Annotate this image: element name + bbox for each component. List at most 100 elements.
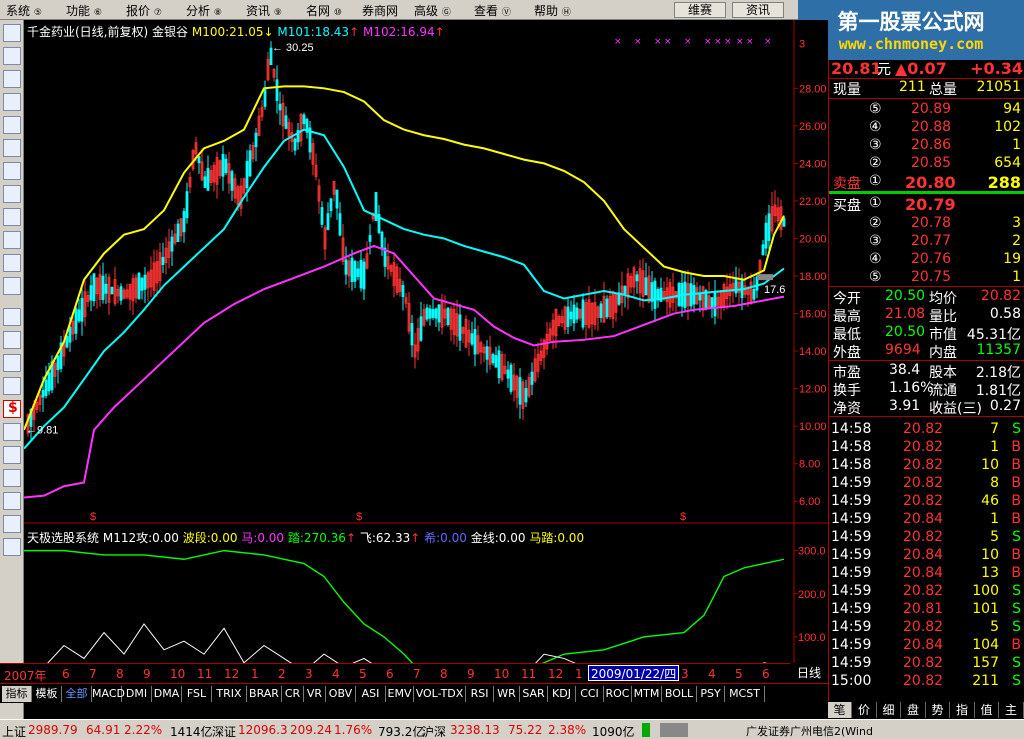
move-icon[interactable] xyxy=(3,492,21,510)
tab-rsi[interactable]: RSI xyxy=(466,686,494,702)
bid-volume: 1 xyxy=(1012,269,1021,285)
tab-mtm[interactable]: MTM xyxy=(632,686,662,702)
candle-body xyxy=(761,244,765,256)
tab-模板[interactable]: 模板 xyxy=(32,686,62,702)
tab-dmi[interactable]: DMI xyxy=(122,686,152,702)
side-tab-2[interactable]: 细 xyxy=(877,702,901,718)
line-chart-icon[interactable] xyxy=(3,70,21,88)
magnet-icon[interactable] xyxy=(3,446,21,464)
tab-sar[interactable]: SAR xyxy=(520,686,548,702)
menu-system[interactable]: 系统 ⑤ xyxy=(6,2,42,19)
candle-body xyxy=(635,274,639,282)
side-tab-3[interactable]: 盘 xyxy=(902,702,926,718)
ask1-volume: 288 xyxy=(987,173,1021,192)
fund-value: 1.16% xyxy=(889,380,934,396)
menu-help[interactable]: 帮助 Ⓗ xyxy=(534,2,571,19)
table-icon[interactable] xyxy=(3,47,21,65)
tab-trix[interactable]: TRIX xyxy=(212,686,247,702)
tab-cr[interactable]: CR xyxy=(282,686,304,702)
tab-brar[interactable]: BRAR xyxy=(247,686,282,702)
menu-analysis[interactable]: 分析 ⑧ xyxy=(186,2,222,19)
candlestick-icon[interactable] xyxy=(3,93,21,111)
dollar-icon[interactable] xyxy=(3,400,21,418)
weisai-button[interactable]: 维赛 xyxy=(674,2,726,18)
candle-body xyxy=(470,333,474,345)
fund-icon[interactable] xyxy=(3,231,21,249)
etf-icon[interactable] xyxy=(3,277,21,295)
mata-label: 马踏:0.00 xyxy=(529,531,585,545)
tab-dma[interactable]: DMA xyxy=(152,686,182,702)
tab-obv[interactable]: OBV xyxy=(326,686,356,702)
candle-body xyxy=(362,261,366,290)
bars-icon[interactable] xyxy=(3,354,21,372)
time-axis-month: 1 xyxy=(575,667,583,681)
tab-全部[interactable]: 全部 xyxy=(62,686,92,702)
menu-broker[interactable]: 券商网 xyxy=(362,2,398,19)
menu-quote[interactable]: 报价 ⑦ xyxy=(126,2,162,19)
ask-volume: 654 xyxy=(994,155,1021,171)
calculator-icon[interactable] xyxy=(3,377,21,395)
search-icon[interactable] xyxy=(3,254,21,272)
wave-icon[interactable] xyxy=(3,308,21,326)
side-tab-5[interactable]: 指 xyxy=(951,702,975,718)
tab-macd[interactable]: MACD xyxy=(92,686,125,702)
chart-area[interactable]: 28.00 26.00 24.00 22.00 20.00 18.00 16.00 14.00… xyxy=(24,20,828,683)
document-icon[interactable] xyxy=(3,162,21,180)
tab-fsl[interactable]: FSL xyxy=(182,686,212,702)
tab-vol-tdx[interactable]: VOL-TDX xyxy=(414,686,466,702)
candle-body xyxy=(353,260,357,282)
tab-wr[interactable]: WR xyxy=(494,686,520,702)
side-tab-6[interactable]: 值 xyxy=(975,702,999,718)
menu-function[interactable]: 功能 ⑥ xyxy=(66,2,102,19)
tab-psy[interactable]: PSY xyxy=(697,686,725,702)
hs-index-pct: 2.38% xyxy=(548,723,587,737)
side-tab-7[interactable]: 主 xyxy=(1000,702,1024,718)
list-icon[interactable] xyxy=(3,24,21,42)
menu-mingwang[interactable]: 名网 ⑩ xyxy=(306,2,342,19)
tick-price: 20.84 xyxy=(903,547,944,563)
users-icon[interactable] xyxy=(3,208,21,226)
candle-body xyxy=(581,299,585,328)
bid1-level: ① xyxy=(869,195,882,211)
indicator-name: 金银谷 xyxy=(152,25,189,39)
candle-body xyxy=(284,115,288,129)
fund-label: 净资 xyxy=(833,401,861,417)
candle-body xyxy=(203,176,207,188)
window-icon[interactable] xyxy=(3,116,21,134)
news-button[interactable]: 资讯 xyxy=(732,2,784,18)
stock-name: 千金药业(日线,前复权) xyxy=(27,25,149,39)
tab-cci[interactable]: CCI xyxy=(576,686,604,702)
broker-server[interactable]: 广发证券广州电信2(Wind xyxy=(746,723,873,739)
bid1-price: 20.79 xyxy=(905,195,956,214)
tab-指标[interactable]: 指标 xyxy=(2,686,32,702)
tab-emv[interactable]: EMV xyxy=(386,686,414,702)
ask-level: ⑤ xyxy=(869,101,882,117)
candle-body xyxy=(176,223,180,242)
arrow-down-icon[interactable] xyxy=(3,538,21,556)
mail-icon[interactable] xyxy=(3,185,21,203)
arrow-up-icon[interactable] xyxy=(3,515,21,533)
menu-advanced[interactable]: 高级 Ⓖ xyxy=(414,2,451,19)
m100-arrow-icon: ↓ xyxy=(263,25,274,39)
candle-body xyxy=(248,150,252,177)
tab-roc[interactable]: ROC xyxy=(604,686,632,702)
menu-view[interactable]: 查看 Ⓥ xyxy=(474,2,511,19)
side-tab-0[interactable]: 笔 xyxy=(828,702,852,718)
rsi-icon[interactable] xyxy=(3,331,21,349)
ask-row: ⑤ 20.89 94 xyxy=(829,100,1024,120)
period-label[interactable]: 日线 xyxy=(790,663,828,683)
tab-boll[interactable]: BOLL xyxy=(662,686,697,702)
tab-kdj[interactable]: KDJ xyxy=(548,686,576,702)
pencil-icon[interactable] xyxy=(3,469,21,487)
tab-mcst[interactable]: MCST xyxy=(725,686,765,702)
grid-icon[interactable] xyxy=(3,139,21,157)
menu-news[interactable]: 资讯 ⑨ xyxy=(246,2,282,19)
tick-row: 14:59 20.84 104 B xyxy=(829,636,1024,656)
side-tab-4[interactable]: 势 xyxy=(926,702,950,718)
signal-dot: × xyxy=(736,37,744,47)
tools-icon[interactable] xyxy=(3,423,21,441)
side-tab-1[interactable]: 价 xyxy=(853,702,877,718)
tab-vr[interactable]: VR xyxy=(304,686,326,702)
price-tick-label: 22.00 xyxy=(799,196,827,208)
tab-asi[interactable]: ASI xyxy=(356,686,386,702)
